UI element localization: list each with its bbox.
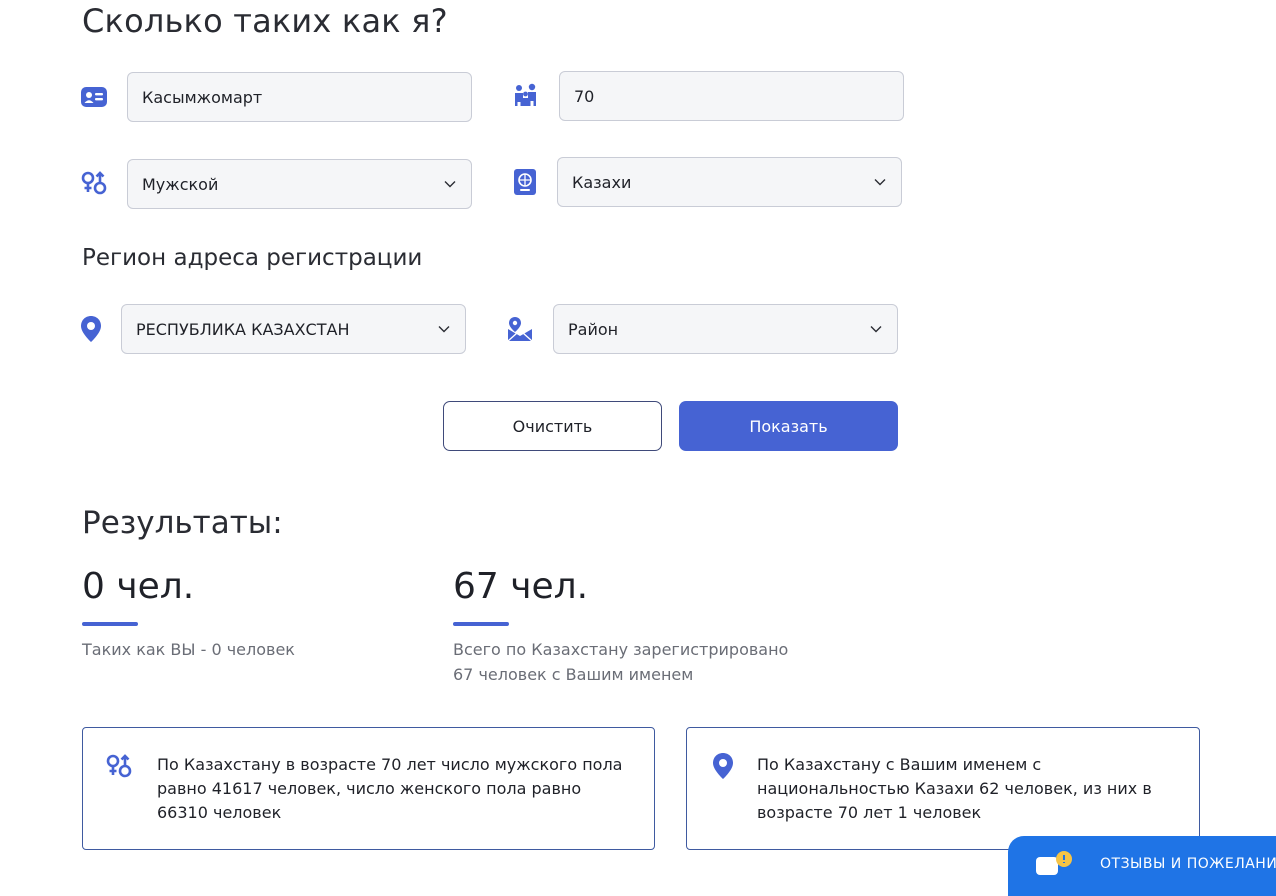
nationality-select-value: Казахи (572, 172, 632, 192)
passport-icon (511, 168, 539, 196)
gender-stats-line3: 66310 человек (157, 803, 282, 822)
chevron-down-icon (869, 322, 883, 336)
clear-button[interactable]: Очистить (443, 401, 662, 451)
nationality-stats-line1: По Казахстану с Вашим именем с (757, 755, 1042, 774)
region-select-value: РЕСПУБЛИКА КАЗАХСТАН (136, 319, 350, 339)
stat-total-count: 67 чел. (453, 566, 589, 607)
chevron-down-icon (437, 322, 451, 336)
stat-underline (453, 622, 509, 626)
location-pin-icon (77, 315, 105, 343)
stat-like-you: 0 чел. Таких как ВЫ - 0 человек (82, 566, 295, 662)
show-button[interactable]: Показать (679, 401, 898, 451)
gender-stats-line1: По Казахстану в возрасте 70 лет число му… (157, 755, 623, 774)
stat-like-you-count: 0 чел. (82, 566, 195, 607)
nationality-stats-line3: возрасте 70 лет 1 человек (757, 803, 982, 822)
name-input-value: Касымжомарт (142, 87, 263, 107)
stat-like-you-desc: Таких как ВЫ - 0 человек (82, 640, 295, 659)
district-select-value: Район (568, 319, 619, 339)
name-input[interactable]: Касымжомарт (127, 72, 472, 122)
gender-icon (80, 169, 108, 197)
nationality-select[interactable]: Казахи (557, 157, 902, 207)
region-select[interactable]: РЕСПУБЛИКА КАЗАХСТАН (121, 304, 466, 354)
gender-select[interactable]: Мужской (127, 159, 472, 209)
gender-icon (105, 752, 133, 780)
feedback-label: ОТЗЫВЫ И ПОЖЕЛАНИЯ (1100, 856, 1276, 872)
nationality-stats-line2: национальностью Казахи 62 человек, из ни… (757, 779, 1152, 798)
results-title: Результаты: (82, 505, 283, 541)
feedback-icon (1034, 849, 1074, 883)
nationality-stats-card: По Казахстану с Вашим именем с националь… (686, 727, 1200, 850)
stat-underline (82, 622, 138, 626)
chevron-down-icon (443, 177, 457, 191)
age-input[interactable]: 70 (559, 71, 904, 121)
location-pin-icon (709, 752, 737, 780)
page-title: Сколько таких как я? (82, 2, 448, 40)
family-icon (512, 82, 540, 110)
feedback-button[interactable]: ОТЗЫВЫ И ПОЖЕЛАНИЯ (1008, 836, 1276, 896)
gender-select-value: Мужской (142, 174, 219, 194)
region-section-title: Регион адреса регистрации (82, 245, 423, 271)
stat-total-desc-line2: 67 человек с Вашим именем (453, 665, 694, 684)
age-input-value: 70 (574, 86, 595, 106)
chevron-down-icon (873, 175, 887, 189)
stat-total-desc-line1: Всего по Казахстану зарегистрировано (453, 640, 789, 659)
gender-stats-line2: равно 41617 человек, число женского пола… (157, 779, 582, 798)
district-select[interactable]: Район (553, 304, 898, 354)
id-card-icon (80, 83, 108, 111)
stat-total: 67 чел. Всего по Казахстану зарегистриро… (453, 566, 788, 687)
gender-stats-card: По Казахстану в возрасте 70 лет число му… (82, 727, 655, 850)
map-location-icon (506, 315, 534, 343)
